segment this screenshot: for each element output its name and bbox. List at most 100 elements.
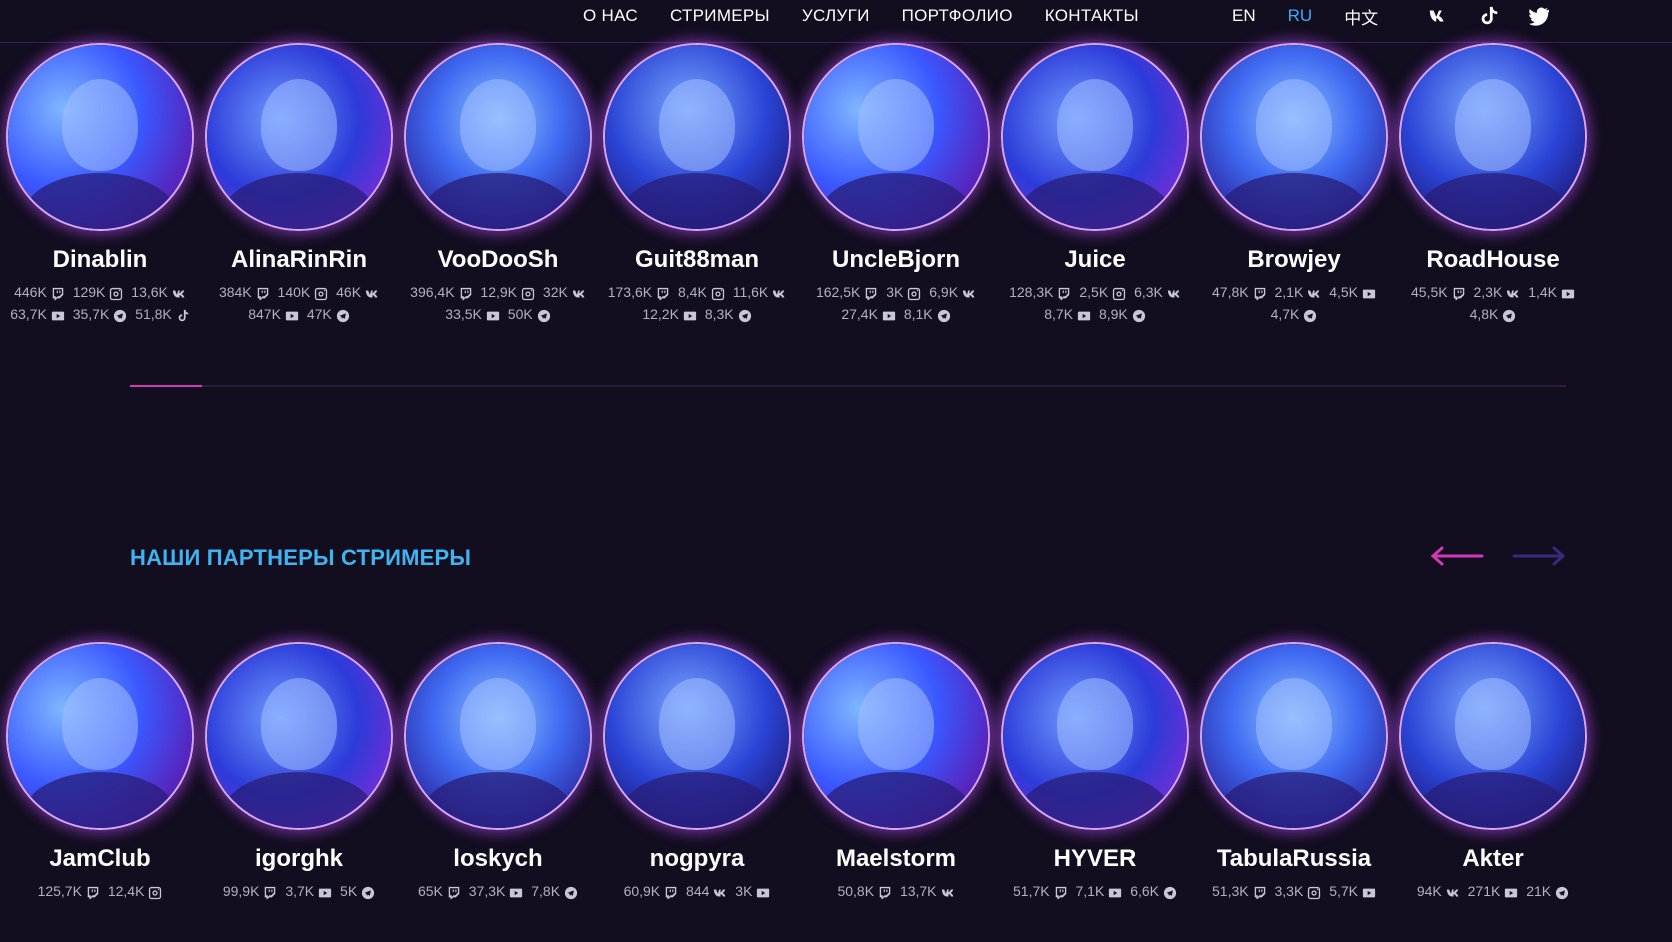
streamer-avatar[interactable] xyxy=(603,642,791,830)
stat-item: 37,3K xyxy=(469,880,524,902)
streamer-card[interactable]: igorghk 99,9K 3,7K 5K xyxy=(193,642,405,902)
instagram-icon xyxy=(109,285,123,301)
stat-item: 21K xyxy=(1526,880,1569,902)
streamer-card[interactable]: AlinaRinRin 384K 140K 46K 847K 47K xyxy=(193,43,405,325)
streamer-card[interactable]: Akter 94K 271K 21K xyxy=(1387,642,1599,902)
nav-link-portfolio[interactable]: ПОРТФОЛИО xyxy=(902,6,1013,26)
stat-value: 844 xyxy=(686,883,710,899)
twitch-icon xyxy=(864,285,878,301)
carousel-next-arrow[interactable] xyxy=(1512,546,1566,566)
lang-ru[interactable]: RU xyxy=(1288,6,1313,26)
stat-item: 46K xyxy=(336,281,379,303)
streamer-card[interactable]: JamClub 125,7K 12,4K xyxy=(0,642,206,902)
stat-value: 50,8K xyxy=(837,883,875,899)
streamer-card[interactable]: RoadHouse 45,5K 2,3K 1,4K 4,8K xyxy=(1387,43,1599,325)
streamer-stats: 51,3K 3,3K 5,7K xyxy=(1188,880,1400,902)
streamer-card[interactable]: Juice 128,3K 2,5K 6,3K 8,7K 8,9K xyxy=(989,43,1201,325)
streamer-avatar[interactable] xyxy=(404,43,592,231)
streamer-avatar[interactable] xyxy=(205,642,393,830)
streamer-name[interactable]: nogpyra xyxy=(591,844,803,874)
stat-item: 844 xyxy=(686,880,727,902)
streamer-card[interactable]: loskych 65K 37,3K 7,8K xyxy=(392,642,604,902)
stat-item: 3K xyxy=(735,880,770,902)
carousel-prev-arrow[interactable] xyxy=(1430,546,1484,566)
nav-link-contacts[interactable]: КОНТАКТЫ xyxy=(1045,6,1139,26)
streamer-avatar[interactable] xyxy=(1200,43,1388,231)
youtube-icon xyxy=(882,307,896,321)
streamer-avatar[interactable] xyxy=(404,642,592,830)
streamer-card[interactable]: UncleBjorn 162,5K 3K 6,9K 27,4K 8,1K xyxy=(790,43,1002,325)
telegram-icon xyxy=(537,307,551,323)
nav-link-services[interactable]: УСЛУГИ xyxy=(802,6,870,26)
streamer-name[interactable]: Dinablin xyxy=(0,245,206,275)
telegram-icon xyxy=(1555,884,1569,900)
streamer-name[interactable]: UncleBjorn xyxy=(790,245,1002,275)
vk-icon[interactable] xyxy=(1428,5,1450,27)
streamer-avatar[interactable] xyxy=(802,642,990,830)
streamer-avatar[interactable] xyxy=(1001,43,1189,231)
streamer-name[interactable]: Guit88man xyxy=(591,245,803,275)
streamer-avatar[interactable] xyxy=(1200,642,1388,830)
streamer-avatar[interactable] xyxy=(6,642,194,830)
streamer-card[interactable]: Maelstorm 50,8K 13,7K xyxy=(790,642,1002,902)
twitter-icon[interactable] xyxy=(1528,5,1550,27)
avatar-head-shape xyxy=(460,678,536,770)
instagram-icon xyxy=(711,285,725,301)
streamer-card[interactable]: Guit88man 173,6K 8,4K 11,6K 12,2K 8,3K xyxy=(591,43,803,325)
twitch-icon xyxy=(51,285,65,301)
carousel-scrollbar[interactable] xyxy=(130,385,1566,387)
stat-value: 6,6K xyxy=(1130,883,1159,899)
streamer-name[interactable]: HYVER xyxy=(989,844,1201,874)
tiktok-icon[interactable] xyxy=(1478,5,1500,27)
streamer-name[interactable]: Maelstorm xyxy=(790,844,1002,874)
streamer-name[interactable]: VooDooSh xyxy=(392,245,604,275)
youtube-icon xyxy=(683,307,697,321)
streamer-card[interactable]: VooDooSh 396,4K 12,9K 32K 33,5K 50K xyxy=(392,43,604,325)
nav-link-streamers[interactable]: СТРИМЕРЫ xyxy=(670,6,770,26)
streamer-card[interactable]: TabulaRussia 51,3K 3,3K 5,7K xyxy=(1188,642,1400,902)
nav-link-about[interactable]: О НАС xyxy=(583,6,638,26)
streamer-name[interactable]: AlinaRinRin xyxy=(193,245,405,275)
stat-item: 63,7K xyxy=(10,303,65,325)
stat-item: 396,4K xyxy=(410,281,472,303)
twitch-icon xyxy=(664,884,678,900)
streamer-name[interactable]: igorghk xyxy=(193,844,405,874)
lang-zh[interactable]: 中文 xyxy=(1344,4,1378,29)
streamer-card[interactable]: nogpyra 60,9K 844 3K xyxy=(591,642,803,902)
streamer-avatar[interactable] xyxy=(1399,642,1587,830)
partners-carousel[interactable]: JamClub 125,7K 12,4K igorghk 99,9K 3,7K 5K… xyxy=(0,642,1672,942)
streamer-avatar[interactable] xyxy=(6,43,194,231)
streamer-avatar[interactable] xyxy=(1399,43,1587,231)
streamer-name[interactable]: Akter xyxy=(1387,844,1599,874)
streamer-avatar[interactable] xyxy=(603,43,791,231)
streamer-stats: 128,3K 2,5K 6,3K 8,7K 8,9K xyxy=(989,281,1201,325)
streamer-name[interactable]: RoadHouse xyxy=(1387,245,1599,275)
telegram-icon xyxy=(1163,884,1177,900)
streamer-card[interactable]: HYVER 51,7K 7,1K 6,6K xyxy=(989,642,1201,902)
streamers-carousel[interactable]: Dinablin 446K 129K 13,6K 63,7K 35,7K 51,8… xyxy=(0,43,1672,343)
stat-item: 2,3K xyxy=(1473,281,1520,303)
stat-value: 51,8K xyxy=(135,306,172,322)
streamer-avatar[interactable] xyxy=(1001,642,1189,830)
stat-value: 384K xyxy=(218,284,252,300)
lang-en[interactable]: EN xyxy=(1232,6,1256,26)
avatar-head-shape xyxy=(1455,79,1531,171)
streamer-name[interactable]: loskych xyxy=(392,844,604,874)
scrollbar-thumb[interactable] xyxy=(130,385,202,387)
streamer-card[interactable]: Dinablin 446K 129K 13,6K 63,7K 35,7K 51,8… xyxy=(0,43,206,325)
streamer-name[interactable]: Browjey xyxy=(1188,245,1400,275)
streamer-name[interactable]: TabulaRussia xyxy=(1188,844,1400,874)
instagram-icon xyxy=(314,285,328,301)
stat-value: 45,5K xyxy=(1411,284,1448,300)
streamer-name[interactable]: JamClub xyxy=(0,844,206,874)
twitch-icon xyxy=(263,884,277,900)
streamer-avatar[interactable] xyxy=(205,43,393,231)
streamer-name[interactable]: Juice xyxy=(989,245,1201,275)
telegram-icon xyxy=(336,307,350,323)
streamer-avatar[interactable] xyxy=(802,43,990,231)
streamer-stats: 65K 37,3K 7,8K xyxy=(392,880,604,902)
stat-value: 12,9K xyxy=(480,284,518,300)
stat-value: 129K xyxy=(72,284,106,300)
streamer-card[interactable]: Browjey 47,8K 2,1K 4,5K 4,7K xyxy=(1188,43,1400,325)
stat-value: 2,5K xyxy=(1079,284,1109,300)
